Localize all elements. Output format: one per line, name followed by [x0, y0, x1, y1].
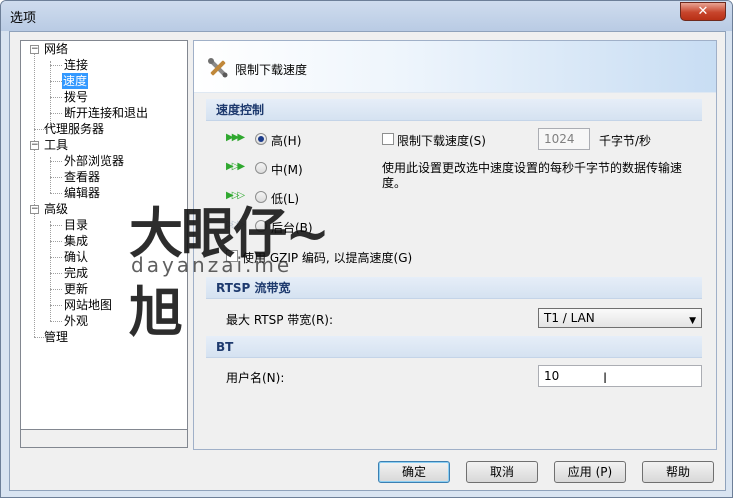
expander-tools[interactable]: −: [30, 141, 39, 150]
cancel-button[interactable]: 取消: [466, 461, 538, 483]
pane-title: 限制下载速度: [235, 63, 308, 77]
tree-item-editor[interactable]: 编辑器: [63, 185, 101, 201]
title-bar[interactable]: 选项 ✕: [1, 1, 732, 31]
apply-button[interactable]: 应用 (P): [554, 461, 626, 483]
speed-description: 使用此设置更改选中速度设置的每秒千字节的数据传输速度。: [382, 161, 683, 190]
window-title: 选项: [10, 11, 37, 26]
radio-speed-high-label: 高(H): [271, 134, 302, 148]
ok-button[interactable]: 确定: [378, 461, 450, 483]
limit-speed-input[interactable]: 1024: [538, 128, 590, 150]
tree-item-confirm[interactable]: 确认: [63, 249, 89, 265]
tree-item-proxy[interactable]: 代理服务器: [43, 121, 105, 137]
rtsp-bandwidth-value: T1 / LAN: [544, 311, 595, 325]
close-button[interactable]: ✕: [680, 2, 726, 21]
tree-item-disconnect-exit[interactable]: 断开连接和退出: [63, 105, 149, 121]
tree-item-external-browser[interactable]: 外部浏览器: [63, 153, 125, 169]
help-button[interactable]: 帮助: [642, 461, 714, 483]
bt-username-label: 用户名(N):: [226, 371, 285, 385]
radio-speed-high[interactable]: [255, 133, 267, 145]
tree-item-directory[interactable]: 目录: [63, 217, 89, 233]
chevron-down-icon: ▼: [689, 316, 696, 326]
radio-speed-medium-label: 中(M): [271, 163, 303, 177]
tree-item-manage[interactable]: 管理: [43, 329, 69, 345]
options-window: 选项 ✕ − 网络 连接 速度 拨号 断开连接和退出 代理服务器 − 工具 外部…: [0, 0, 733, 498]
tools-icon: [208, 58, 228, 78]
speed-high-icon: ▶▶▶: [226, 132, 245, 143]
limit-speed-checkbox[interactable]: [382, 133, 394, 145]
bt-username-input[interactable]: 10: [538, 365, 702, 387]
tree-item-update[interactable]: 更新: [63, 281, 89, 297]
tree-item-dialup[interactable]: 拨号: [63, 89, 89, 105]
tree-item-sitemap[interactable]: 网站地图: [63, 297, 113, 313]
tree-item-speed[interactable]: 速度: [62, 73, 89, 89]
text-cursor-icon: I: [603, 371, 608, 387]
tree-item-connection[interactable]: 连接: [63, 57, 89, 73]
tree-item-advanced[interactable]: 高级: [43, 201, 69, 217]
rtsp-bandwidth-select[interactable]: T1 / LAN ▼: [538, 308, 702, 328]
speed-medium-icon: ▶▷▶: [226, 161, 245, 172]
dialog-body: − 网络 连接 速度 拨号 断开连接和退出 代理服务器 − 工具 外部浏览器 查…: [9, 31, 726, 491]
tree-item-tools[interactable]: 工具: [43, 137, 69, 153]
tree-footer: [20, 430, 188, 448]
watermark: 大眼仔~旭 dayanzai.me: [129, 189, 330, 344]
pane-header: 限制下载速度: [194, 41, 716, 93]
expander-network[interactable]: −: [30, 45, 39, 54]
watermark-sub: dayanzai.me: [131, 253, 293, 277]
tree-item-network[interactable]: 网络: [43, 41, 69, 57]
limit-speed-unit: 千字节/秒: [599, 134, 652, 148]
tree-item-complete[interactable]: 完成: [63, 265, 89, 281]
section-speed-control: 速度控制: [206, 99, 702, 121]
limit-speed-label: 限制下载速度(S): [397, 134, 486, 148]
tree-item-appearance[interactable]: 外观: [63, 313, 89, 329]
radio-speed-medium[interactable]: [255, 162, 267, 174]
tree-item-viewer[interactable]: 查看器: [63, 169, 101, 185]
tree-item-integration[interactable]: 集成: [63, 233, 89, 249]
expander-advanced[interactable]: −: [30, 205, 39, 214]
